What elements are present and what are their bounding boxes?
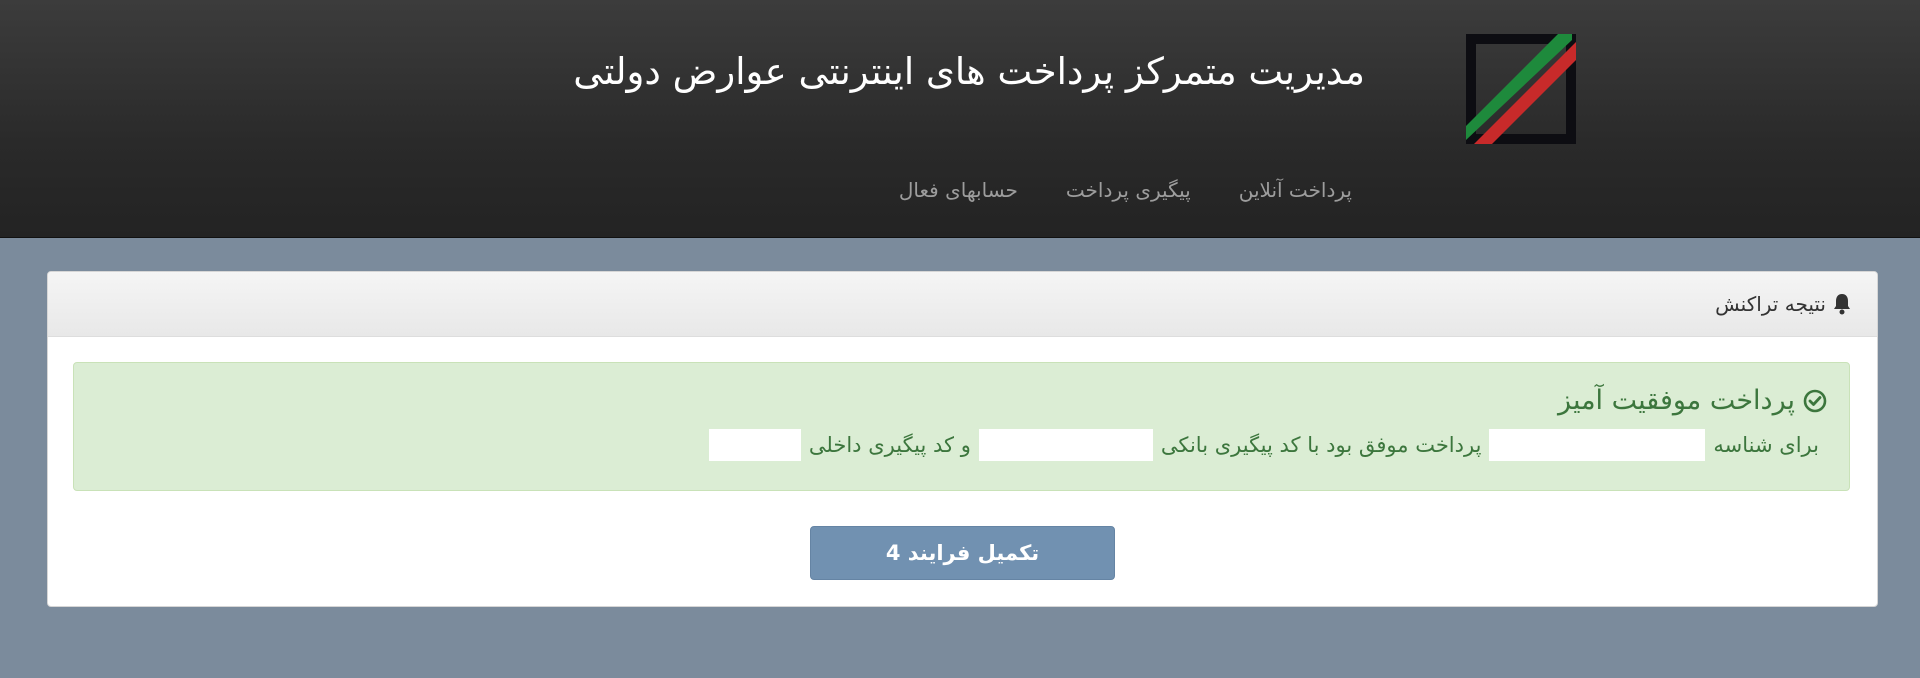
- nav-active-accounts[interactable]: حسابهای فعال: [899, 178, 1018, 202]
- nav-payment-tracking[interactable]: پیگیری پرداخت: [1066, 178, 1191, 202]
- alert-text-part1: برای شناسه: [1713, 433, 1819, 457]
- complete-process-button[interactable]: تکمیل فرایند 4: [810, 526, 1115, 580]
- transaction-result-panel: نتیجه تراکنش پرداخت موفقیت آمیز برای شنا…: [47, 271, 1878, 607]
- alert-heading: پرداخت موفقیت آمیز: [1558, 385, 1827, 416]
- nav-online-payment[interactable]: پرداخت آنلاین: [1239, 178, 1352, 202]
- main-nav: پرداخت آنلاین پیگیری پرداخت حسابهای فعال: [899, 178, 1352, 202]
- site-header: مدیریت متمرکز پرداخت های اینترنتی عوارض …: [0, 0, 1920, 238]
- alert-message: برای شناسه پرداخت موفق بود با کد پیگیری …: [708, 429, 1819, 461]
- site-title: مدیریت متمرکز پرداخت های اینترنتی عوارض …: [573, 50, 1365, 93]
- success-alert: پرداخت موفقیت آمیز برای شناسه پرداخت موف…: [73, 362, 1850, 491]
- panel-heading: نتیجه تراکنش: [48, 272, 1877, 337]
- alert-title: پرداخت موفقیت آمیز: [1558, 385, 1795, 416]
- stripe-logo-icon: [1466, 34, 1576, 144]
- panel-title: نتیجه تراکنش: [1715, 292, 1826, 316]
- alert-text-part2: پرداخت موفق بود با کد پیگیری بانکی: [1160, 433, 1482, 457]
- bank-tracking-code-value: [978, 429, 1153, 461]
- payment-id-value: [1489, 429, 1706, 461]
- internal-tracking-code-value: [708, 429, 801, 461]
- alert-text-part3: و کد پیگیری داخلی: [808, 433, 971, 457]
- bell-icon: [1834, 294, 1850, 315]
- check-circle-icon: [1803, 389, 1827, 412]
